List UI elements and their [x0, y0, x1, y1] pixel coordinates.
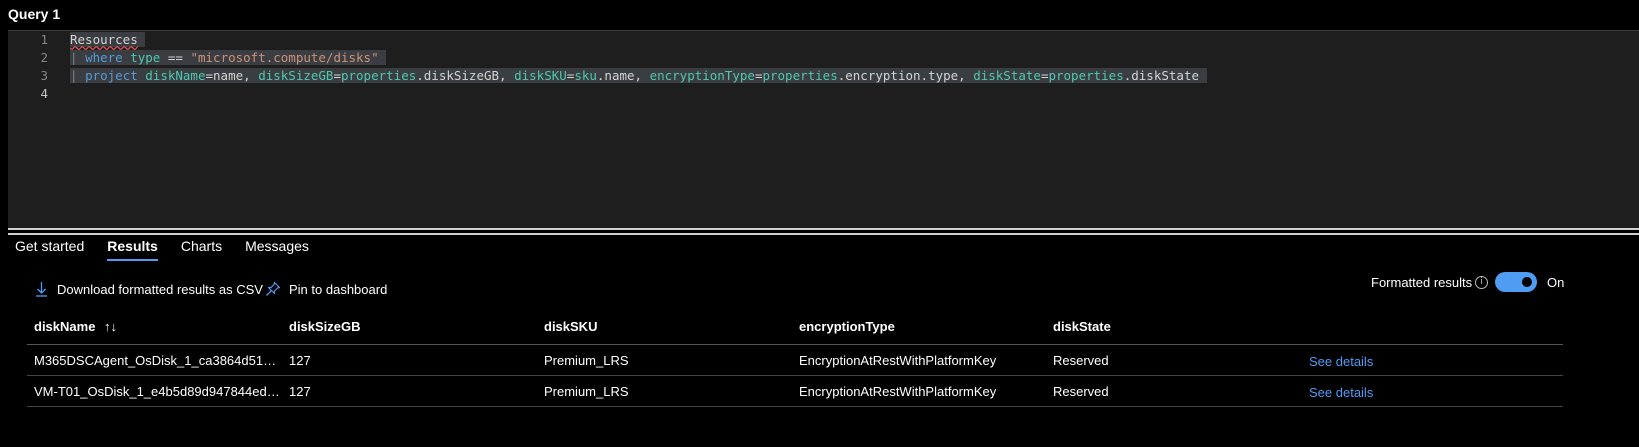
code-pipe: | [70, 68, 78, 83]
code-table-name: Resources [70, 32, 138, 47]
cell-diskstate: Reserved [1053, 353, 1109, 368]
code-source: properties [340, 68, 417, 83]
code-text: .encryption.type, [837, 68, 966, 83]
code-text: =name, [205, 68, 251, 83]
editor-resize-splitter[interactable] [8, 228, 1639, 235]
code-alias: diskName [145, 68, 206, 83]
pin-icon [265, 281, 281, 297]
code-alias: diskSizeGB [258, 68, 334, 83]
code-operator: == [167, 50, 183, 65]
column-header-encryptiontype[interactable]: encryptionType [799, 319, 895, 334]
download-icon [35, 281, 48, 297]
sort-icon[interactable]: ↑↓ [104, 319, 117, 334]
line-number: 3 [40, 68, 48, 83]
line-number: 1 [40, 32, 48, 47]
cell-diskname: M365DSCAgent_OsDisk_1_ca3864d516e04… [34, 353, 282, 368]
query-editor[interactable]: 1 2 3 4 Resources | where type == "micro… [8, 30, 1639, 229]
cell-disksku: Premium_LRS [544, 384, 629, 399]
code-text: .diskState [1123, 68, 1199, 83]
code-line-1[interactable]: Resources [70, 31, 146, 49]
results-tabs: Get started Results Charts Messages [15, 236, 332, 268]
code-text: .diskSizeGB, [416, 68, 507, 83]
toggle-state-label: On [1547, 275, 1565, 290]
code-source: properties [762, 68, 838, 83]
info-icon[interactable]: i [1475, 276, 1488, 289]
cell-disksizegb: 127 [289, 384, 311, 399]
code-alias: diskSKU [514, 68, 567, 83]
tab-results[interactable]: Results [107, 236, 158, 261]
formatted-results-toggle[interactable] [1495, 272, 1537, 292]
cell-encryptiontype: EncryptionAtRestWithPlatformKey [799, 353, 997, 368]
code-text: .name, [596, 68, 643, 83]
code-keyword: where [85, 50, 123, 65]
column-header-diskname[interactable]: diskName ↑↓ [34, 319, 117, 334]
cell-disksku: Premium_LRS [544, 353, 629, 368]
cell-disksizegb: 127 [289, 353, 311, 368]
code-line-3[interactable]: | project diskName=name, diskSizeGB=prop… [70, 67, 1207, 85]
cell-encryptiontype: EncryptionAtRestWithPlatformKey [799, 384, 997, 399]
code-string: "microsoft.compute/disks" [190, 50, 379, 65]
cell-diskname: VM-T01_OsDisk_1_e4b5d89d947844edb3a… [34, 384, 282, 399]
code-pipe: | [70, 50, 78, 65]
line-number: 4 [40, 86, 48, 101]
line-number: 2 [40, 50, 48, 65]
code-alias: encryptionType [649, 68, 755, 83]
download-csv-label: Download formatted results as CSV [57, 281, 263, 297]
formatted-results-label: Formatted results [1371, 275, 1473, 290]
code-line-2[interactable]: | where type == "microsoft.compute/disks… [70, 49, 387, 67]
code-keyword: project [85, 68, 138, 83]
download-csv-button[interactable]: Download formatted results as CSV [35, 281, 263, 297]
see-details-link[interactable]: See details [1309, 354, 1373, 369]
table-header-row: diskName ↑↓ diskSizeGB diskSKU encryptio… [27, 310, 1563, 345]
pin-to-dashboard-button[interactable]: Pin to dashboard [265, 281, 387, 297]
code-text: = [333, 68, 341, 83]
tab-get-started[interactable]: Get started [15, 236, 84, 264]
code-alias: diskState [973, 68, 1041, 83]
code-source: sku [574, 68, 597, 83]
tab-messages[interactable]: Messages [245, 236, 309, 264]
column-header-label: diskName [34, 319, 96, 334]
pin-to-dashboard-label: Pin to dashboard [289, 281, 388, 297]
code-field: type [130, 50, 161, 65]
column-header-disksku[interactable]: diskSKU [544, 319, 597, 334]
tab-charts[interactable]: Charts [181, 236, 222, 264]
column-header-diskstate[interactable]: diskState [1053, 319, 1111, 334]
query-title: Query 1 [8, 6, 61, 22]
cell-diskstate: Reserved [1053, 384, 1109, 399]
see-details-link[interactable]: See details [1309, 385, 1373, 400]
table-row[interactable]: VM-T01_OsDisk_1_e4b5d89d947844edb3a… 127… [27, 376, 1563, 407]
column-header-disksizegb[interactable]: diskSizeGB [289, 319, 361, 334]
code-source: properties [1048, 68, 1124, 83]
toggle-knob [1522, 277, 1532, 287]
table-row[interactable]: M365DSCAgent_OsDisk_1_ca3864d516e04… 127… [27, 345, 1563, 376]
